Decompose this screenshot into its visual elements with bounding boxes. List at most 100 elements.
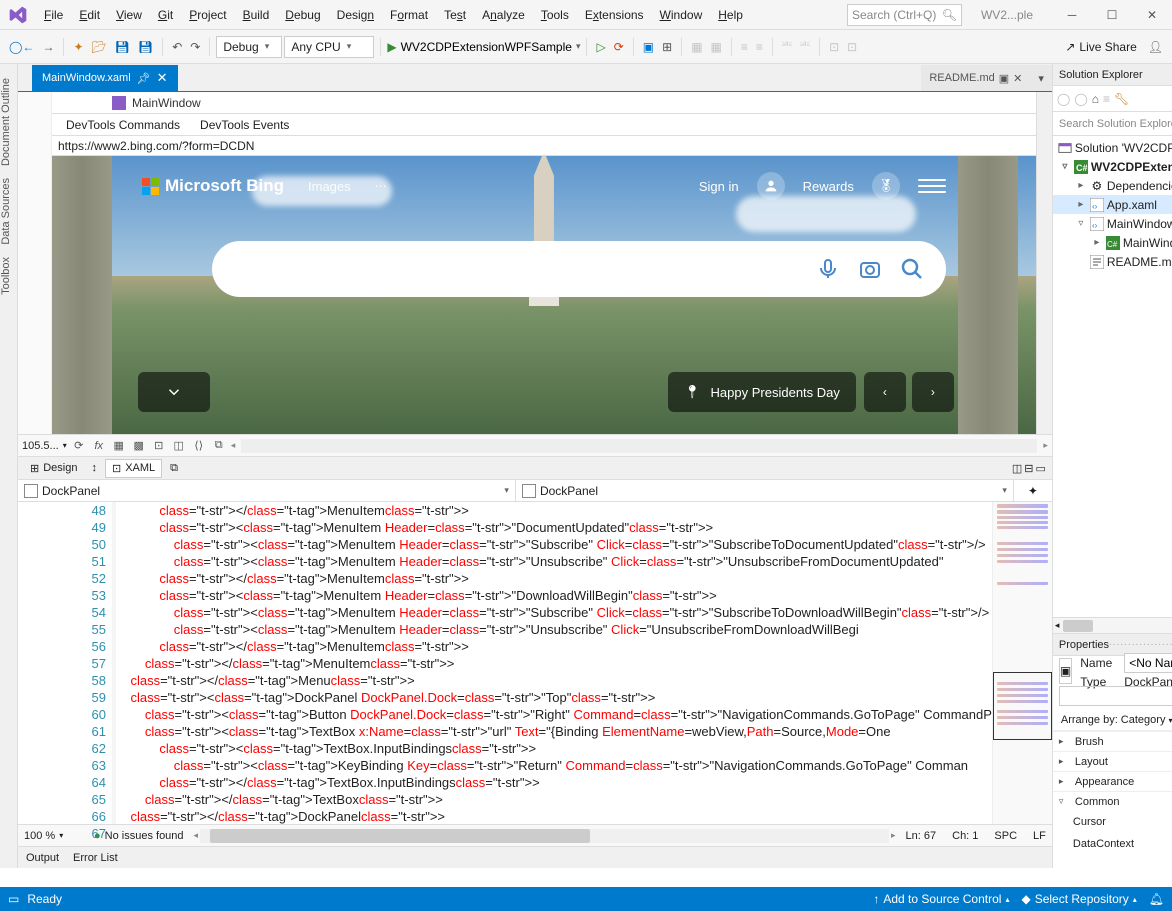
config-dropdown[interactable]: Debug▾ [216,36,282,58]
mic-icon[interactable] [816,257,840,281]
code-icon[interactable]: ⟨⟩ [191,438,207,454]
cat-layout[interactable]: ▸Layout [1053,751,1172,771]
solution-search[interactable]: Search Solution Explorer (Ctrl+;) 🔍︎ ▾ [1053,112,1172,136]
prop-cursor[interactable]: Cursor ▾ ◫ [1053,811,1172,833]
menu-file[interactable]: File [36,0,71,30]
tab-toolbox[interactable]: Toolbox [0,251,17,301]
tab-mainwindow-xaml[interactable]: MainWindow.xaml 📌︎ ✕ [32,65,178,91]
tab-output[interactable]: Output [26,852,59,864]
solution-hscroll[interactable]: ◂ [1053,617,1172,633]
menu-format[interactable]: Format [382,0,436,30]
bing-scroll-down[interactable] [138,372,210,412]
se-home-icon[interactable]: ⌂ [1092,92,1099,106]
maximize-button[interactable]: ☐ [1092,0,1132,30]
element-combo-left[interactable]: DockPanel▾ [18,480,516,501]
close-preview-icon[interactable]: ✕ [1013,72,1022,85]
menu-design[interactable]: Design [329,0,382,30]
tree-app-xaml[interactable]: ▸‹›App.xaml [1053,195,1172,214]
feedback-icon[interactable]: 👤︎ [1145,36,1166,58]
nav-back-icon[interactable]: ◯← [6,36,37,58]
cat-brush[interactable]: ▸Brush [1053,731,1172,751]
menu-window[interactable]: Window [652,0,711,30]
se-filter-icon[interactable]: 🔧︎ [1114,92,1129,106]
avatar-icon[interactable] [757,172,785,200]
tree-readme[interactable]: README.md [1053,252,1172,271]
code-editor[interactable]: 4849505152535455565758596061626364656667… [18,502,1052,824]
search-box[interactable]: Search (Ctrl+Q) 🔍︎ [847,4,962,26]
tab-data-sources[interactable]: Data Sources [0,172,17,251]
open-file-icon[interactable]: 📂︎ [89,36,110,58]
platform-dropdown[interactable]: Any CPU▾ [284,36,374,58]
bell-icon[interactable]: 🔔︎ [1149,892,1164,906]
designer-hscroll[interactable] [241,439,1037,453]
browse-icon[interactable]: ▣ [640,36,657,58]
search-icon[interactable] [900,257,924,281]
select-repository[interactable]: ◆ Select Repository ▴ [1021,892,1136,906]
bing-prev[interactable]: ‹ [864,372,906,412]
bing-signin[interactable]: Sign in [699,179,739,194]
bing-more-icon[interactable]: ⋯ [375,179,387,193]
menu-analyze[interactable]: Analyze [474,0,533,30]
popout2-icon[interactable]: ⧉ [170,462,178,475]
arrange-by[interactable]: Arrange by: Category ▾ [1053,710,1172,730]
tab-document-outline[interactable]: Document Outline [0,72,17,172]
pin-icon[interactable]: 📌︎ [137,72,151,85]
design-tab[interactable]: ⊞Design [24,460,83,477]
editor-hscroll[interactable] [200,829,889,843]
devtools-events[interactable]: DevTools Events [200,118,289,132]
devtools-commands[interactable]: DevTools Commands [66,118,180,132]
hot-reload-icon[interactable]: ⟳ [611,36,627,58]
swap-icon[interactable]: ↕ [91,462,97,474]
minimap[interactable] [992,502,1052,824]
se-fwd-icon[interactable]: ◯ [1074,92,1087,106]
se-back-icon[interactable]: ◯ [1057,92,1070,106]
nav-fwd-icon[interactable]: → [39,36,57,58]
tree-mainwindow-cs[interactable]: ▸C#MainWindow.xaml.cs [1053,233,1172,252]
menu-help[interactable]: Help [710,0,751,30]
prop-datacontext[interactable]: DataContext New ◫ [1053,833,1172,855]
bing-next[interactable]: › [912,372,954,412]
menu-view[interactable]: View [108,0,150,30]
menu-git[interactable]: Git [150,0,181,30]
bing-search-box[interactable] [212,241,946,297]
cat-common[interactable]: ▿Common [1053,791,1172,811]
element-combo-right[interactable]: DockPanel▾ [516,480,1014,501]
tab-readme-preview[interactable]: README.md ▣ ✕ [921,65,1030,91]
split-vert-icon[interactable]: ◫ [1012,462,1022,475]
undo-icon[interactable]: ↶ [169,36,185,58]
hamburger-icon[interactable] [918,172,946,200]
popout-icon[interactable]: ⧉ [211,438,227,454]
se-sync-icon[interactable]: ≡ [1103,92,1110,106]
cat-appearance[interactable]: ▸Appearance [1053,771,1172,791]
save-all-icon[interactable]: 💾︎ [135,36,156,58]
bing-rewards[interactable]: Rewards [803,179,854,194]
redo-icon[interactable]: ↷ [187,36,203,58]
tab-error-list[interactable]: Error List [73,852,118,864]
menu-edit[interactable]: Edit [71,0,108,30]
refresh-icon[interactable]: ⟳ [71,438,87,454]
new-item-icon[interactable]: ✦ [70,36,86,58]
menu-test[interactable]: Test [436,0,474,30]
grid-icon[interactable]: ▦ [111,438,127,454]
bing-banner[interactable]: 📍︎ Happy Presidents Day [668,372,856,412]
menu-project[interactable]: Project [181,0,234,30]
collapse-icon[interactable]: ▭ [1035,462,1045,475]
name-input[interactable] [1124,653,1172,673]
close-button[interactable]: ✕ [1132,0,1172,30]
properties-search[interactable]: 🔍︎ [1059,686,1172,706]
status-window-icon[interactable]: ▭ [8,892,19,906]
camera-icon[interactable] [858,257,882,281]
grid2-icon[interactable]: ▩ [131,438,147,454]
designer-vscroll[interactable] [1036,92,1052,434]
minimize-button[interactable]: ─ [1052,0,1092,30]
start-nodebug-icon[interactable]: ▷ [593,36,608,58]
tab-overflow-icon[interactable]: ▾ [1030,65,1052,91]
menu-tools[interactable]: Tools [533,0,577,30]
issues-indicator[interactable]: ●No issues found [94,830,184,842]
menu-extensions[interactable]: Extensions [577,0,652,30]
xaml-tab[interactable]: ⊡XAML [105,459,162,478]
solution-tree[interactable]: Solution 'WV2CDPExtensionWPFSample' ▿C#W… [1053,136,1172,617]
fx-icon[interactable]: fx [91,438,107,454]
split-toggle-icon[interactable]: ✦ [1028,484,1038,498]
zoom-value[interactable]: 105.5... [22,440,59,452]
